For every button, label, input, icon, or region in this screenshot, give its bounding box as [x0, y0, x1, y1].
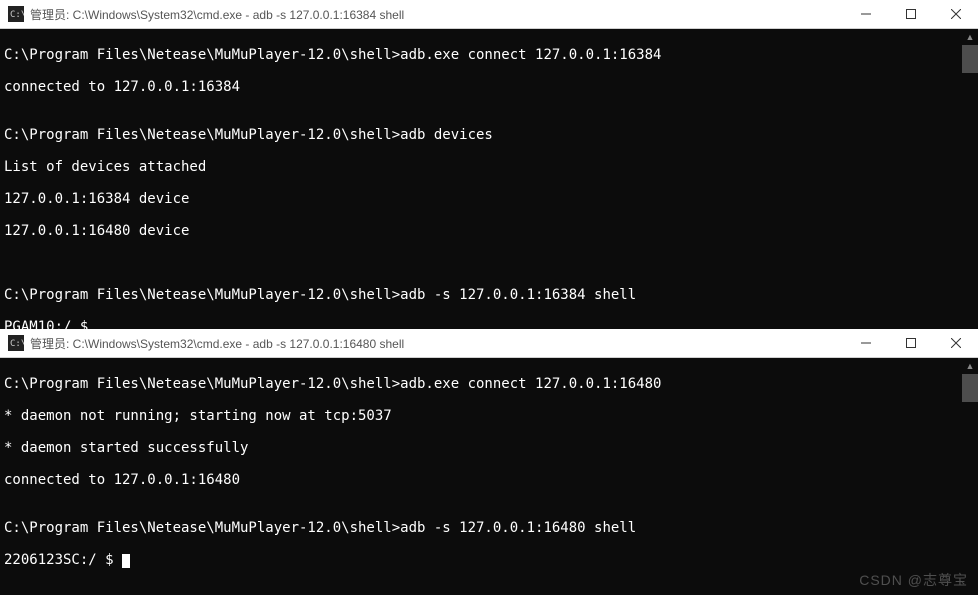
cmd-icon: C:\: [8, 6, 24, 22]
output-line: List of devices attached: [4, 159, 974, 175]
minimize-button[interactable]: [843, 329, 888, 357]
cursor: [122, 554, 130, 568]
output-line: connected to 127.0.0.1:16480: [4, 472, 974, 488]
output-line: 127.0.0.1:16480 device: [4, 223, 974, 239]
output-line: C:\Program Files\Netease\MuMuPlayer-12.0…: [4, 47, 974, 63]
scroll-up-arrow-icon[interactable]: ▲: [962, 29, 978, 45]
svg-text:C:\: C:\: [10, 10, 24, 20]
svg-text:C:\: C:\: [10, 339, 24, 349]
maximize-button[interactable]: [888, 329, 933, 357]
scroll-up-arrow-icon[interactable]: ▲: [962, 358, 978, 374]
scrollbar-thumb[interactable]: [962, 374, 978, 402]
terminal-output[interactable]: C:\Program Files\Netease\MuMuPlayer-12.0…: [0, 358, 978, 595]
output-line: 127.0.0.1:16384 device: [4, 191, 974, 207]
shell-prompt: 2206123SC:/ $: [4, 552, 974, 568]
cmd-window-1: C:\ 管理员: C:\Windows\System32\cmd.exe - a…: [0, 0, 978, 329]
output-line: C:\Program Files\Netease\MuMuPlayer-12.0…: [4, 520, 974, 536]
output-line: C:\Program Files\Netease\MuMuPlayer-12.0…: [4, 376, 974, 392]
minimize-button[interactable]: [843, 0, 888, 28]
shell-prompt: PGAM10:/ $: [4, 319, 974, 329]
terminal-output[interactable]: C:\Program Files\Netease\MuMuPlayer-12.0…: [0, 29, 978, 329]
close-button[interactable]: [933, 0, 978, 28]
cmd-icon: C:\: [8, 335, 24, 351]
window-title: 管理员: C:\Windows\System32\cmd.exe - adb -…: [30, 6, 843, 23]
cmd-window-2: C:\ 管理员: C:\Windows\System32\cmd.exe - a…: [0, 329, 978, 595]
output-line: C:\Program Files\Netease\MuMuPlayer-12.0…: [4, 127, 974, 143]
maximize-button[interactable]: [888, 0, 933, 28]
output-line: connected to 127.0.0.1:16384: [4, 79, 974, 95]
close-button[interactable]: [933, 329, 978, 357]
output-line: * daemon started successfully: [4, 440, 974, 456]
scrollbar-thumb[interactable]: [962, 45, 978, 73]
window-controls: [843, 0, 978, 28]
title-bar[interactable]: C:\ 管理员: C:\Windows\System32\cmd.exe - a…: [0, 0, 978, 29]
output-line: C:\Program Files\Netease\MuMuPlayer-12.0…: [4, 287, 974, 303]
title-bar[interactable]: C:\ 管理员: C:\Windows\System32\cmd.exe - a…: [0, 329, 978, 358]
window-controls: [843, 329, 978, 357]
window-title: 管理员: C:\Windows\System32\cmd.exe - adb -…: [30, 335, 843, 352]
output-line: * daemon not running; starting now at tc…: [4, 408, 974, 424]
